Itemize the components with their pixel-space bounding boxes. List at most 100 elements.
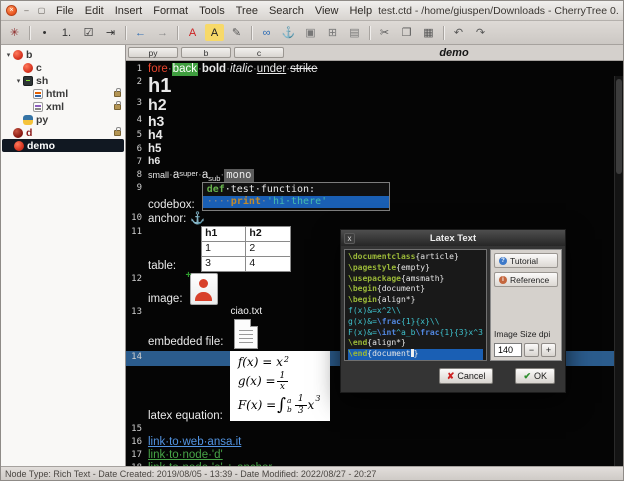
dpi-decrease-button[interactable]: −	[524, 343, 539, 357]
table-cell[interactable]: 4	[246, 256, 290, 271]
cancel-icon: ✘	[447, 371, 455, 382]
line-text: small·asuper·asub·mono	[145, 169, 254, 182]
menu-insert[interactable]: Insert	[115, 5, 143, 17]
expander-icon[interactable]: ▾	[4, 51, 13, 59]
node-anchor-link[interactable]: link·to·node·'e'·+·anchor	[148, 462, 272, 466]
table-header-cell[interactable]: h1	[202, 226, 246, 241]
menu-file[interactable]: File	[56, 5, 74, 17]
cancel-button[interactable]: ✘ Cancel	[439, 368, 494, 384]
cherrytree-node-icon[interactable]: ✳	[5, 24, 24, 41]
insert-image-icon[interactable]: ▣	[301, 24, 320, 41]
menu-edit[interactable]: Edit	[85, 5, 104, 17]
tree-node-d[interactable]: d	[1, 126, 125, 139]
tree-node-xml[interactable]: xml	[1, 100, 125, 113]
tree-node-html[interactable]: html	[1, 87, 125, 100]
dialog-side-panel: ? Tutorial i Reference Image Size dpi 14…	[490, 249, 562, 361]
tree-node-label: py	[36, 114, 48, 126]
embedded-file[interactable]: ciao.txt	[230, 306, 262, 349]
anchor-icon[interactable]: ⚓	[190, 212, 205, 225]
insert-link-icon[interactable]: ∞	[257, 24, 276, 41]
latex-token: \end	[348, 349, 367, 358]
table-cell[interactable]: 3	[202, 256, 246, 271]
cut-icon[interactable]: ✂	[375, 24, 394, 41]
scrollbar-thumb[interactable]	[616, 79, 622, 174]
latex-equation-image[interactable]: f(x) = x2 g(x) = 1x F(x) = ∫ab13x3	[230, 351, 331, 421]
tree-node-label: demo	[27, 140, 55, 152]
tutorial-button[interactable]: ? Tutorial	[494, 253, 558, 268]
embedded-contact-image[interactable]: +	[190, 273, 218, 305]
indent-icon[interactable]: ⇥	[101, 24, 120, 41]
paste-icon[interactable]: ▦	[419, 24, 438, 41]
table-cell[interactable]: 1	[202, 241, 246, 256]
go-back-icon[interactable]: ←	[131, 24, 150, 41]
dpi-increase-button[interactable]: +	[541, 343, 556, 357]
node-link[interactable]: link·to·node·'d'	[148, 449, 223, 461]
line-number: 2	[126, 76, 145, 89]
todo-list-icon[interactable]: ☑	[79, 24, 98, 41]
node-tab-py[interactable]: py	[128, 47, 178, 58]
menu-format[interactable]: Format	[153, 5, 188, 17]
editor-line-8: 8 small·asuper·asub·mono	[126, 169, 623, 182]
close-window-button[interactable]: ×	[6, 5, 17, 16]
cancel-label: Cancel	[457, 371, 485, 381]
editor-scrollbar[interactable]	[614, 76, 623, 466]
lock-icon	[114, 104, 121, 110]
menu-tree[interactable]: Tree	[236, 5, 258, 17]
minimize-window-button[interactable]: –	[21, 5, 32, 16]
foreground-color-icon[interactable]: A	[183, 24, 202, 41]
tree-node-b[interactable]: ▾b	[1, 48, 125, 61]
cherrytree-window: × – ▢ File Edit Insert Format Tools Tree Searc…	[0, 0, 624, 481]
redo-icon[interactable]: ↷	[471, 24, 490, 41]
table-header-cell[interactable]: h2	[246, 226, 290, 241]
undo-icon[interactable]: ↶	[449, 24, 468, 41]
latex-token: \end	[348, 338, 367, 347]
terminal-icon	[23, 76, 33, 86]
menubar: File Edit Insert Format Tools Tree Search View H…	[56, 5, 372, 17]
menu-help[interactable]: Help	[349, 5, 372, 17]
tree-node-py[interactable]: py	[1, 113, 125, 126]
node-tab-b[interactable]: b	[181, 47, 231, 58]
line-text: table: h1 h2 1 2 3	[145, 226, 291, 273]
expander-icon[interactable]: ▾	[14, 77, 23, 85]
embedded-table[interactable]: h1 h2 1 2 3 4	[201, 226, 291, 272]
latex-code-line: \end{document}	[348, 349, 483, 360]
equation-text: F(x) =	[238, 398, 276, 412]
bulleted-list-icon[interactable]: •	[35, 24, 54, 41]
edit-icon[interactable]: ✎	[227, 24, 246, 41]
integral-sign: ∫	[277, 396, 286, 414]
dialog-close-button[interactable]: x	[344, 233, 355, 244]
denominator: 3	[298, 406, 304, 416]
menu-view[interactable]: View	[315, 5, 339, 17]
line-number: 3	[126, 97, 145, 110]
editor-line-9: 9 codebox: def·test·function:····print·'…	[126, 182, 623, 212]
insert-anchor-icon[interactable]: ⚓	[279, 24, 298, 41]
codebox[interactable]: def·test·function:····print·'hi·there'	[202, 182, 390, 211]
ok-button[interactable]: ✔ OK	[515, 368, 555, 384]
insert-table-icon[interactable]: ⊞	[323, 24, 342, 41]
table-cell[interactable]: 2	[246, 241, 290, 256]
editor-line-17: 17 link·to·node·'d'	[126, 449, 623, 462]
go-forward-icon[interactable]: →	[153, 24, 172, 41]
file-icon	[234, 319, 258, 349]
menu-search[interactable]: Search	[269, 5, 304, 17]
latex-source-editor[interactable]: \documentclass{article}\pagestyle{empty}…	[344, 249, 487, 361]
menu-tools[interactable]: Tools	[199, 5, 225, 17]
dpi-input[interactable]: 140	[494, 343, 522, 357]
editor-line-5: 5 h4	[126, 129, 623, 143]
numbered-list-icon[interactable]: 1.	[57, 24, 76, 41]
tree-node-demo[interactable]: demo	[2, 139, 124, 152]
fraction: 13	[295, 394, 307, 416]
line-number: 14	[126, 351, 145, 364]
tree-node-sh[interactable]: ▾sh	[1, 74, 125, 87]
tree-node-c[interactable]: c	[1, 61, 125, 74]
copy-icon[interactable]: ❐	[397, 24, 416, 41]
keyword-token: print	[231, 196, 261, 207]
web-link[interactable]: link·to·web·ansa.it	[148, 436, 241, 448]
insert-codebox-icon[interactable]: ▤	[345, 24, 364, 41]
maximize-window-button[interactable]: ▢	[36, 5, 47, 16]
editor-line-1: 1 fore·back·bold·italic·under·strike	[126, 63, 623, 76]
background-color-icon[interactable]: A	[205, 24, 224, 41]
xml-icon	[33, 102, 43, 112]
reference-button[interactable]: i Reference	[494, 272, 558, 287]
node-tab-c[interactable]: c	[234, 47, 284, 58]
